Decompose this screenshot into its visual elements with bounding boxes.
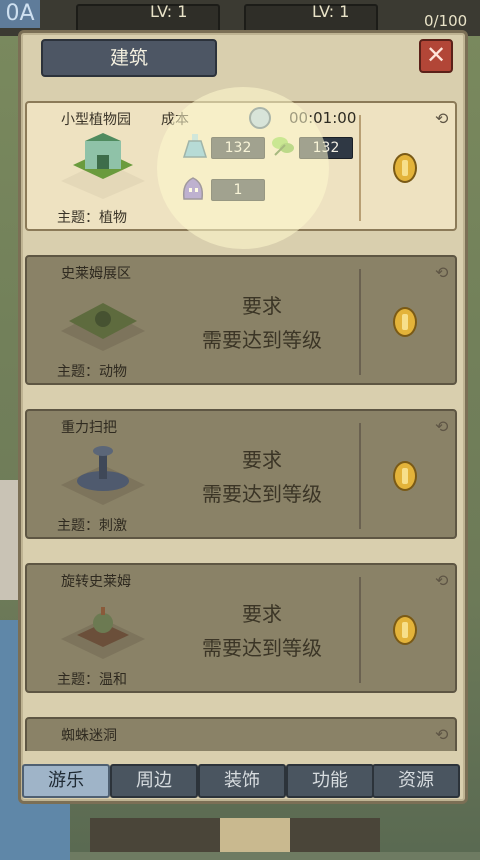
building-card-gravity-broom[interactable]: 重力扫把 主题：刺激 要求 需要达到等级 ⟲ [25,409,457,539]
level-requirement: 要求 需要达到等级 [167,289,357,357]
building-card-spider-cave[interactable]: 蜘蛛迷洞 ⟲ [25,717,457,751]
potion-icon [183,134,207,158]
level-requirement: 要求 需要达到等级 [167,443,357,511]
tab-surroundings[interactable]: 周边 [110,764,198,798]
slime-icon [182,177,204,200]
hud-left-badge: 0A [0,0,40,28]
spinning-slime-icon [61,607,145,659]
refresh-icon[interactable]: ⟲ [435,725,448,744]
building-name: 小型植物园 [61,112,131,128]
tab-resources[interactable]: 资源 [372,764,460,798]
building-theme: 主题：动物 [57,364,127,380]
gravity-broom-icon [61,446,145,505]
tab-amusement[interactable]: 游乐 [22,764,110,798]
leaf-icon [272,137,294,156]
bottom-menu-active[interactable] [220,818,290,852]
resource-value-slime: 1 [211,179,265,201]
slime-exhibit-icon [61,303,145,351]
coin-icon[interactable] [393,461,417,491]
greenhouse-icon [61,133,145,199]
requirement-title: 要求 [242,448,282,472]
refresh-icon[interactable]: ⟲ [435,109,448,128]
requirement-title: 要求 [242,602,282,626]
building-card-slime-exhibit[interactable]: 史莱姆展区 主题：动物 要求 需要达到等级 ⟲ [25,255,457,385]
refresh-icon[interactable]: ⟲ [435,263,448,282]
building-name: 史莱姆展区 [61,266,131,282]
refresh-icon[interactable]: ⟲ [435,417,448,436]
building-name: 旋转史莱姆 [61,574,131,590]
building-theme: 主题：植物 [57,210,127,226]
requirement-title: 要求 [242,294,282,318]
panel-title: 建筑 [41,39,217,77]
building-theme: 主题：刺激 [57,518,127,534]
card-divider [359,115,361,221]
refresh-icon[interactable]: ⟲ [435,571,448,590]
bottom-menu-strip [90,818,380,852]
tab-decoration[interactable]: 装饰 [198,764,286,798]
coin-icon[interactable] [393,615,417,645]
building-name: 蜘蛛迷洞 [61,728,117,744]
building-card-spinning-slime[interactable]: 旋转史莱姆 主题：温和 要求 需要达到等级 ⟲ [25,563,457,693]
building-theme: 主题：温和 [57,672,127,688]
requirement-text: 需要达到等级 [202,636,322,660]
building-list[interactable]: 小型植物园 主题：植物 成本 00:01:00 132 132 1 ⟲ 史莱姆展… [25,101,457,751]
cost-label: 成本 [161,112,189,128]
requirement-text: 需要达到等级 [202,482,322,506]
level-left-text: LV: 1 [150,2,188,21]
requirement-text: 需要达到等级 [202,328,322,352]
tab-function[interactable]: 功能 [286,764,374,798]
level-requirement: 要求 需要达到等级 [167,597,357,665]
timer-icon [249,107,271,129]
build-time: 00:01:00 [289,109,357,127]
capacity-text: 0/100 [424,12,468,30]
level-right-text: LV: 1 [312,2,350,21]
card-divider [359,577,361,683]
close-button[interactable]: ✕ [419,39,453,73]
card-divider [359,269,361,375]
card-divider [359,423,361,529]
building-panel: 建筑 ✕ 小型植物园 主题：植物 成本 00:01:00 132 132 1 ⟲… [18,30,468,804]
building-card-botanical-garden[interactable]: 小型植物园 主题：植物 成本 00:01:00 132 132 1 ⟲ [25,101,457,231]
coin-icon[interactable] [393,153,417,183]
resource-value-potion: 132 [211,137,265,159]
category-tabs: 游乐 周边 装饰 功能 资源 [22,764,460,798]
coin-icon[interactable] [393,307,417,337]
building-name: 重力扫把 [61,420,117,436]
resource-value-leaf: 132 [299,137,353,159]
